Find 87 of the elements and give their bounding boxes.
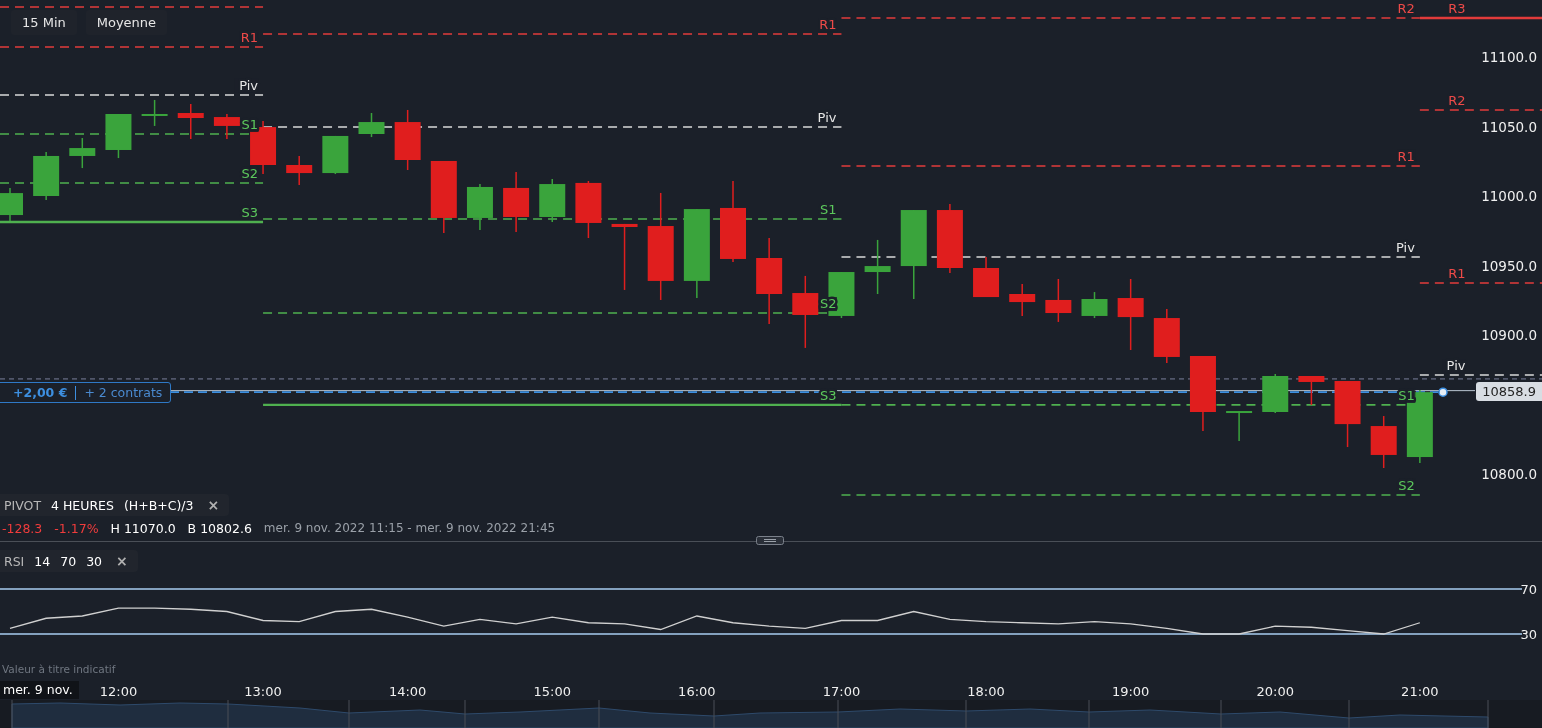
candlestick [1226, 410, 1253, 442]
pivot-label: R1 [819, 17, 837, 33]
candlestick [69, 137, 96, 169]
candlestick [936, 203, 963, 274]
date-label: mer. 9 nov. [0, 681, 79, 699]
indicator-param: 30 [86, 553, 103, 569]
candlestick [1334, 380, 1361, 448]
position-badge[interactable]: +2,00 € + 2 contrats [0, 382, 172, 403]
pivot-label: Piv [1442, 358, 1466, 374]
candlestick [141, 99, 168, 127]
resize-handle-icon[interactable] [756, 536, 784, 545]
indicator-name: RSI [4, 553, 25, 569]
indicator-param: (H+B+C)/3 [123, 497, 194, 513]
candlestick [1153, 308, 1180, 364]
disclaimer-text: Valeur à titre indicatif [2, 663, 116, 675]
candlestick [503, 171, 530, 233]
time-axis-label: 14:00 [388, 684, 427, 699]
close-button[interactable]: × [112, 553, 128, 569]
rsi-axis-label: 30 [1520, 627, 1537, 642]
price-axis-label: 11000.0 [1481, 188, 1537, 204]
pivot-label: S1 [819, 201, 837, 217]
time-axis-label: 19:00 [1111, 684, 1150, 699]
candlestick [33, 151, 60, 201]
time-axis-label: 20:00 [1256, 684, 1294, 699]
candlestick [864, 239, 891, 295]
pivot-label: R2 [1397, 0, 1416, 16]
price-axis-label: 11050.0 [1481, 118, 1537, 135]
toolbar-button[interactable]: 15 Min [11, 10, 77, 35]
time-axis-label: 21:00 [1401, 684, 1439, 699]
time-axis-label: 13:00 [244, 684, 282, 699]
candlestick [358, 112, 385, 138]
toolbar-button[interactable]: Moyenne [85, 10, 168, 35]
candlestick [973, 256, 1000, 298]
indicator-param: 70 [60, 553, 77, 569]
rsi-axis-label: 70 [1520, 582, 1537, 597]
change-percent: -1.17% [54, 521, 99, 536]
high-value: H 11070.0 [110, 521, 176, 536]
time-axis-label: 15:00 [533, 684, 571, 699]
pivot-label: S3 [819, 387, 837, 403]
pivot-label: Piv [1391, 240, 1416, 255]
candlestick [575, 180, 602, 239]
indicator-param: 14 [34, 553, 51, 569]
pivot-label: R1 [1397, 149, 1416, 164]
time-axis-label: 17:00 [822, 684, 861, 699]
candlestick [1009, 283, 1036, 317]
position-contracts: + 2 contrats [84, 385, 163, 400]
price-axis-label: 10900.0 [1481, 327, 1537, 343]
pivot-label: R1 [240, 30, 259, 45]
time-axis-label: 18:00 [967, 684, 1005, 699]
price-axis-label: 10800.0 [1481, 466, 1537, 482]
candlestick [611, 223, 638, 291]
candlestick [1370, 415, 1397, 469]
pivot-label: Piv [234, 77, 259, 93]
change-value: -128.3 [2, 521, 43, 536]
pivot-label: R2 [1448, 92, 1466, 108]
pivot-label: S1 [241, 117, 259, 132]
pivot-label: S2 [241, 165, 259, 181]
close-button[interactable]: × [203, 497, 220, 513]
price-axis-label: 10950.0 [1481, 257, 1537, 274]
price-axis-label: 11100.0 [1481, 49, 1537, 65]
candlestick [1081, 291, 1108, 319]
candlestick [105, 113, 132, 159]
pivot-label: Piv [813, 110, 837, 126]
candlestick [1045, 278, 1072, 323]
date-range: mer. 9 nov. 2022 11:15 - mer. 9 nov. 2022 21:45 [263, 521, 556, 536]
pivot-label: R1 [1448, 266, 1466, 281]
candlestick [1262, 373, 1289, 414]
candlestick [0, 187, 23, 222]
candlestick [177, 103, 204, 140]
candlestick [539, 178, 566, 223]
time-axis-label: 12:00 [99, 684, 138, 699]
indicator-name: PIVOT [4, 497, 42, 513]
indicator-param: 4 HEURES [51, 497, 114, 513]
candlestick [286, 155, 313, 186]
price-tag: 10858.9 [1476, 382, 1542, 401]
time-axis-label: 16:00 [678, 684, 716, 699]
pivot-label: R3 [1448, 0, 1466, 16]
candlestick [322, 135, 349, 175]
candlestick [1298, 375, 1325, 406]
candlestick [213, 113, 240, 140]
pivot-label: S2 [1398, 478, 1416, 493]
position-pnl: +2,00 € [13, 385, 68, 400]
pivot-label: S1 [1398, 387, 1416, 403]
candlestick [466, 183, 493, 231]
candlestick [394, 109, 421, 171]
pivot-label: S3 [241, 205, 259, 220]
low-value: B 10802.6 [187, 521, 252, 536]
